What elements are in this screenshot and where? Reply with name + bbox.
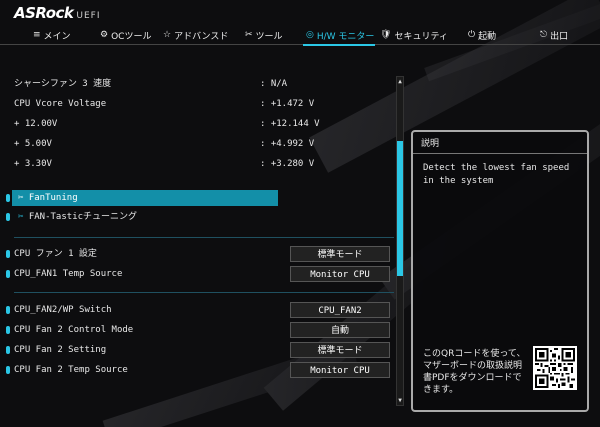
tab-security-label: セキュリティ — [394, 31, 448, 42]
tab-boot[interactable]: ⏻ 起動 — [468, 26, 496, 44]
nav-divider — [0, 44, 600, 45]
monitor-icon: ◎ — [306, 30, 314, 40]
tab-hw-monitor[interactable]: ◎ H/W モニター — [306, 26, 374, 44]
section-divider — [14, 292, 394, 293]
tab-oc-tools[interactable]: ⚙ OCツール — [100, 26, 151, 44]
fan-tastic-link[interactable]: ✂ FAN-Tasticチューニング — [18, 210, 137, 224]
tab-tools-label: ツール — [255, 31, 283, 42]
shield-icon: 🛡 — [380, 30, 392, 40]
scrollbar-thumb[interactable] — [397, 141, 403, 276]
active-tab-indicator — [303, 44, 375, 46]
setting-label: CPU ファン 1 設定 — [14, 249, 97, 259]
cpu-fan2-wp-switch-select[interactable]: CPU_FAN2 — [290, 302, 390, 318]
tab-boot-label: 起動 — [478, 31, 497, 42]
qr-code-icon — [533, 346, 577, 390]
setting-label: CPU Fan 2 Setting — [14, 345, 107, 355]
power-icon: ⏻ — [468, 30, 476, 40]
tab-main-label: メイン — [43, 31, 71, 42]
item-marker — [6, 306, 10, 314]
logo-suffix: UEFI — [76, 11, 101, 21]
cpu-fan2-temp-source-select[interactable]: Monitor CPU — [290, 362, 390, 378]
tab-advanced[interactable]: ☆ アドバンスド — [163, 26, 228, 44]
monitor-label: + 5.00V — [14, 139, 52, 149]
monitor-label: シャーシファン 3 速度 — [14, 79, 112, 89]
monitor-value: : +4.992 V — [260, 139, 315, 149]
qr-description: このQRコードを使って、マザーボードの取扱説明書PDFをダウンロードできます。 — [423, 349, 526, 395]
item-marker — [6, 250, 10, 258]
rocket-icon: ⚙ — [100, 30, 109, 40]
tab-security[interactable]: 🛡 セキュリティ — [380, 26, 448, 44]
scroll-down-icon[interactable]: ▼ — [397, 396, 403, 405]
wrench-icon: ✂ — [18, 212, 24, 222]
cpu-fan1-temp-source-select[interactable]: Monitor CPU — [290, 266, 390, 282]
tab-advanced-label: アドバンスド — [174, 31, 229, 42]
section-divider — [14, 237, 394, 238]
scrollbar[interactable]: ▲ ▼ — [396, 76, 404, 406]
item-marker — [6, 326, 10, 334]
cpu-fan2-control-mode-select[interactable]: 自動 — [290, 322, 390, 338]
logo-text: ASRock — [14, 4, 74, 22]
asrock-logo: ASRock UEFI — [14, 4, 101, 22]
monitor-label: + 3.30V — [14, 159, 52, 169]
scroll-up-icon[interactable]: ▲ — [397, 77, 403, 86]
monitor-label: + 12.00V — [14, 119, 58, 129]
help-description: Detect the lowest fan speed in the syste… — [423, 163, 570, 186]
monitor-value: : +12.144 V — [260, 119, 320, 129]
tab-main[interactable]: ≡ メイン — [33, 26, 71, 44]
wrench-icon: ✂ — [18, 193, 24, 203]
setting-label: CPU Fan 2 Temp Source — [14, 365, 128, 375]
star-icon: ☆ — [163, 30, 172, 40]
tab-hw-monitor-label: H/W モニター — [316, 31, 375, 42]
fan-tuning-label: FanTuning — [28, 193, 78, 203]
main-panel: シャーシファン 3 速度 : N/A CPU Vcore Voltage : +… — [0, 48, 394, 408]
item-marker — [6, 213, 10, 221]
monitor-value: : +1.472 V — [260, 99, 315, 109]
tab-oc-tools-label: OCツール — [111, 31, 152, 42]
tab-exit-label: 出口 — [550, 31, 569, 42]
cpu-fan2-setting-select[interactable]: 標準モード — [290, 342, 390, 358]
monitor-value: : +3.280 V — [260, 159, 315, 169]
cpu-fan1-setting-select[interactable]: 標準モード — [290, 246, 390, 262]
top-nav: ≡ メイン ⚙ OCツール ☆ アドバンスド ✂ ツール ◎ H/W モニター … — [0, 26, 600, 44]
fan-tastic-label: FAN-Tasticチューニング — [28, 212, 138, 222]
help-panel: 説明 Detect the lowest fan speed in the sy… — [411, 130, 589, 412]
exit-icon: ⎋ — [540, 30, 548, 40]
tab-tools[interactable]: ✂ ツール — [245, 26, 283, 44]
item-marker — [6, 270, 10, 278]
item-marker — [6, 194, 10, 202]
tools-icon: ✂ — [245, 30, 253, 40]
item-marker — [6, 346, 10, 354]
setting-label: CPU_FAN1 Temp Source — [14, 269, 123, 279]
setting-label: CPU_FAN2/WP Switch — [14, 305, 112, 315]
monitor-label: CPU Vcore Voltage — [14, 99, 107, 109]
help-title: 説明 — [413, 132, 587, 154]
item-marker — [6, 366, 10, 374]
fan-tuning-link[interactable]: ✂ FanTuning — [18, 191, 78, 205]
tab-exit[interactable]: ⎋ 出口 — [540, 26, 568, 44]
list-icon: ≡ — [33, 30, 41, 40]
monitor-value: : N/A — [260, 79, 288, 89]
setting-label: CPU Fan 2 Control Mode — [14, 325, 134, 335]
